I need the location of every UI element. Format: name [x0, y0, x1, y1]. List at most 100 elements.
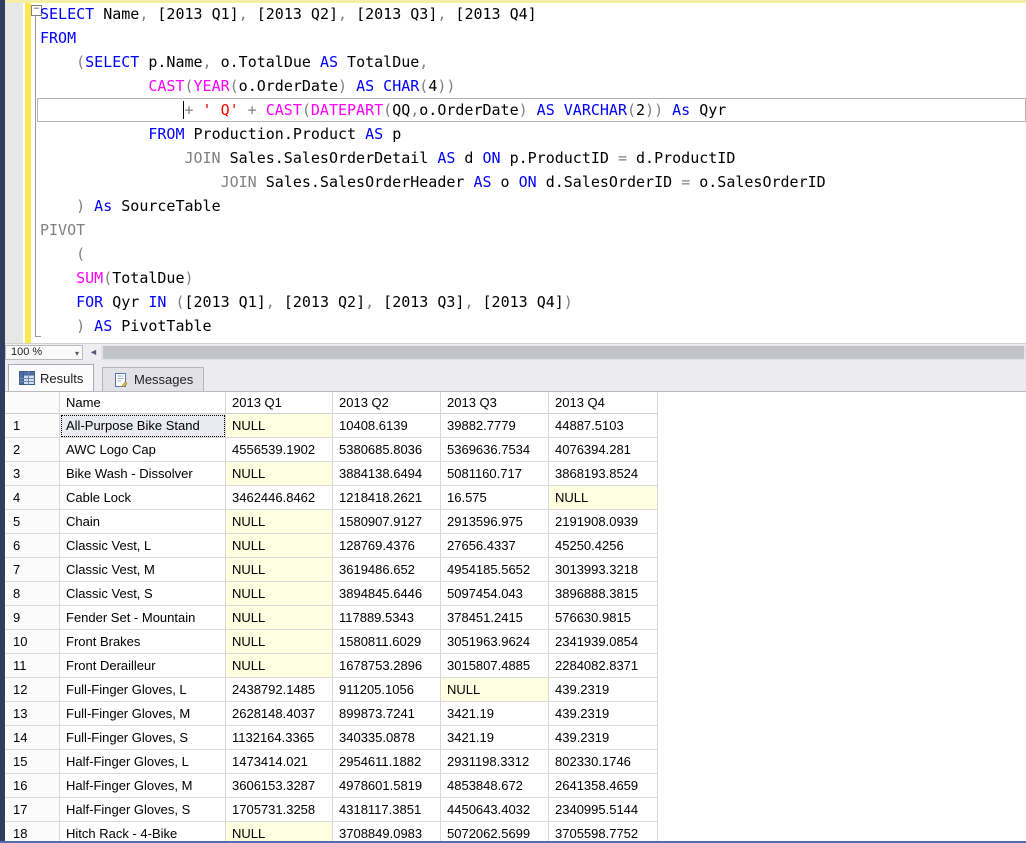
- grid-cell[interactable]: 27656.4337: [441, 534, 549, 558]
- code-line[interactable]: CAST(YEAR(o.OrderDate) AS CHAR(4)): [37, 74, 1026, 98]
- grid-corner-cell[interactable]: [5, 392, 60, 414]
- grid-cell[interactable]: 439.2319: [549, 702, 658, 726]
- column-header[interactable]: 2013 Q2: [333, 392, 441, 414]
- grid-cell[interactable]: 3708849.0983: [333, 822, 441, 843]
- grid-cell[interactable]: Half-Finger Gloves, L: [60, 750, 226, 774]
- tab-messages[interactable]: Messages: [102, 367, 204, 391]
- grid-cell[interactable]: Half-Finger Gloves, S: [60, 798, 226, 822]
- grid-cell[interactable]: 2931198.3312: [441, 750, 549, 774]
- row-number[interactable]: 14: [5, 726, 60, 750]
- row-number[interactable]: 11: [5, 654, 60, 678]
- chevron-down-icon[interactable]: ▾: [75, 347, 79, 360]
- grid-cell[interactable]: 1580907.9127: [333, 510, 441, 534]
- grid-cell[interactable]: Front Derailleur: [60, 654, 226, 678]
- row-number[interactable]: 18: [5, 822, 60, 843]
- grid-cell[interactable]: 45250.4256: [549, 534, 658, 558]
- grid-cell[interactable]: Classic Vest, M: [60, 558, 226, 582]
- grid-cell[interactable]: 2438792.1485: [226, 678, 333, 702]
- grid-cell[interactable]: NULL: [226, 510, 333, 534]
- grid-cell[interactable]: NULL: [226, 414, 333, 438]
- grid-cell[interactable]: 5097454.043: [441, 582, 549, 606]
- column-header[interactable]: 2013 Q3: [441, 392, 549, 414]
- zoom-control[interactable]: 100 % ▾: [5, 345, 83, 360]
- grid-cell[interactable]: 1705731.3258: [226, 798, 333, 822]
- code-line[interactable]: FROM Production.Product AS p: [37, 122, 1026, 146]
- grid-cell[interactable]: 3896888.3815: [549, 582, 658, 606]
- grid-cell[interactable]: NULL: [226, 654, 333, 678]
- grid-cell[interactable]: Classic Vest, L: [60, 534, 226, 558]
- grid-cell[interactable]: Full-Finger Gloves, S: [60, 726, 226, 750]
- grid-cell[interactable]: 3051963.9624: [441, 630, 549, 654]
- row-number[interactable]: 16: [5, 774, 60, 798]
- grid-cell[interactable]: NULL: [226, 582, 333, 606]
- grid-cell[interactable]: AWC Logo Cap: [60, 438, 226, 462]
- code-line[interactable]: JOIN Sales.SalesOrderHeader AS o ON d.Sa…: [37, 170, 1026, 194]
- grid-cell[interactable]: NULL: [226, 630, 333, 654]
- code-line[interactable]: + ' Q' + CAST(DATEPART(QQ,o.OrderDate) A…: [37, 98, 1026, 122]
- grid-cell[interactable]: 911205.1056: [333, 678, 441, 702]
- grid-cell[interactable]: Fender Set - Mountain: [60, 606, 226, 630]
- grid-cell[interactable]: 802330.1746: [549, 750, 658, 774]
- grid-cell[interactable]: 5081160.717: [441, 462, 549, 486]
- grid-cell[interactable]: Half-Finger Gloves, M: [60, 774, 226, 798]
- code-line[interactable]: JOIN Sales.SalesOrderDetail AS d ON p.Pr…: [37, 146, 1026, 170]
- row-number[interactable]: 12: [5, 678, 60, 702]
- grid-cell[interactable]: 2641358.4659: [549, 774, 658, 798]
- grid-cell[interactable]: 5072062.5699: [441, 822, 549, 843]
- grid-cell[interactable]: 1218418.2621: [333, 486, 441, 510]
- grid-cell[interactable]: Cable Lock: [60, 486, 226, 510]
- scroll-left-arrow-icon[interactable]: ◄: [87, 346, 100, 359]
- code-line[interactable]: PIVOT: [37, 218, 1026, 242]
- grid-cell[interactable]: 2913596.975: [441, 510, 549, 534]
- grid-cell[interactable]: 439.2319: [549, 678, 658, 702]
- grid-cell[interactable]: 39882.7779: [441, 414, 549, 438]
- grid-cell[interactable]: Front Brakes: [60, 630, 226, 654]
- grid-cell[interactable]: NULL: [226, 606, 333, 630]
- grid-cell[interactable]: 4318117.3851: [333, 798, 441, 822]
- row-number[interactable]: 2: [5, 438, 60, 462]
- horizontal-scrollbar-track[interactable]: [101, 345, 1026, 360]
- grid-cell[interactable]: 899873.7241: [333, 702, 441, 726]
- grid-cell[interactable]: 1473414.021: [226, 750, 333, 774]
- grid-cell[interactable]: 4853848.672: [441, 774, 549, 798]
- sql-editor-pane[interactable]: − SELECT Name, [2013 Q1], [2013 Q2], [20…: [5, 0, 1026, 343]
- grid-cell[interactable]: 2340995.5144: [549, 798, 658, 822]
- grid-cell[interactable]: 3884138.6494: [333, 462, 441, 486]
- column-header[interactable]: 2013 Q4: [549, 392, 658, 414]
- row-number[interactable]: 4: [5, 486, 60, 510]
- code-line[interactable]: ) AS PivotTable: [37, 314, 1026, 338]
- grid-cell[interactable]: 44887.5103: [549, 414, 658, 438]
- grid-cell[interactable]: 3705598.7752: [549, 822, 658, 843]
- grid-cell[interactable]: 2341939.0854: [549, 630, 658, 654]
- grid-cell[interactable]: NULL: [226, 534, 333, 558]
- grid-cell[interactable]: 2284082.8371: [549, 654, 658, 678]
- column-header[interactable]: Name: [60, 392, 226, 414]
- grid-cell[interactable]: All-Purpose Bike Stand: [60, 414, 226, 438]
- grid-cell[interactable]: Classic Vest, S: [60, 582, 226, 606]
- row-number[interactable]: 7: [5, 558, 60, 582]
- row-number[interactable]: 6: [5, 534, 60, 558]
- row-number[interactable]: 15: [5, 750, 60, 774]
- grid-cell[interactable]: 5369636.7534: [441, 438, 549, 462]
- grid-cell[interactable]: 2954611.1882: [333, 750, 441, 774]
- grid-cell[interactable]: 3462446.8462: [226, 486, 333, 510]
- code-line[interactable]: ) As SourceTable: [37, 194, 1026, 218]
- grid-cell[interactable]: NULL: [441, 678, 549, 702]
- grid-cell[interactable]: 3421.19: [441, 726, 549, 750]
- grid-cell[interactable]: Bike Wash - Dissolver: [60, 462, 226, 486]
- grid-cell[interactable]: 2628148.4037: [226, 702, 333, 726]
- grid-cell[interactable]: 3013993.3218: [549, 558, 658, 582]
- code-line[interactable]: (SELECT p.Name, o.TotalDue AS TotalDue,: [37, 50, 1026, 74]
- code-line[interactable]: SELECT Name, [2013 Q1], [2013 Q2], [2013…: [37, 2, 1026, 26]
- grid-cell[interactable]: 16.575: [441, 486, 549, 510]
- grid-cell[interactable]: 5380685.8036: [333, 438, 441, 462]
- row-number[interactable]: 13: [5, 702, 60, 726]
- column-header[interactable]: 2013 Q1: [226, 392, 333, 414]
- grid-cell[interactable]: 3606153.3287: [226, 774, 333, 798]
- grid-cell[interactable]: NULL: [226, 462, 333, 486]
- code-line[interactable]: SUM(TotalDue): [37, 266, 1026, 290]
- grid-cell[interactable]: 340335.0878: [333, 726, 441, 750]
- grid-cell[interactable]: NULL: [549, 486, 658, 510]
- grid-cell[interactable]: Full-Finger Gloves, L: [60, 678, 226, 702]
- grid-cell[interactable]: Hitch Rack - 4-Bike: [60, 822, 226, 843]
